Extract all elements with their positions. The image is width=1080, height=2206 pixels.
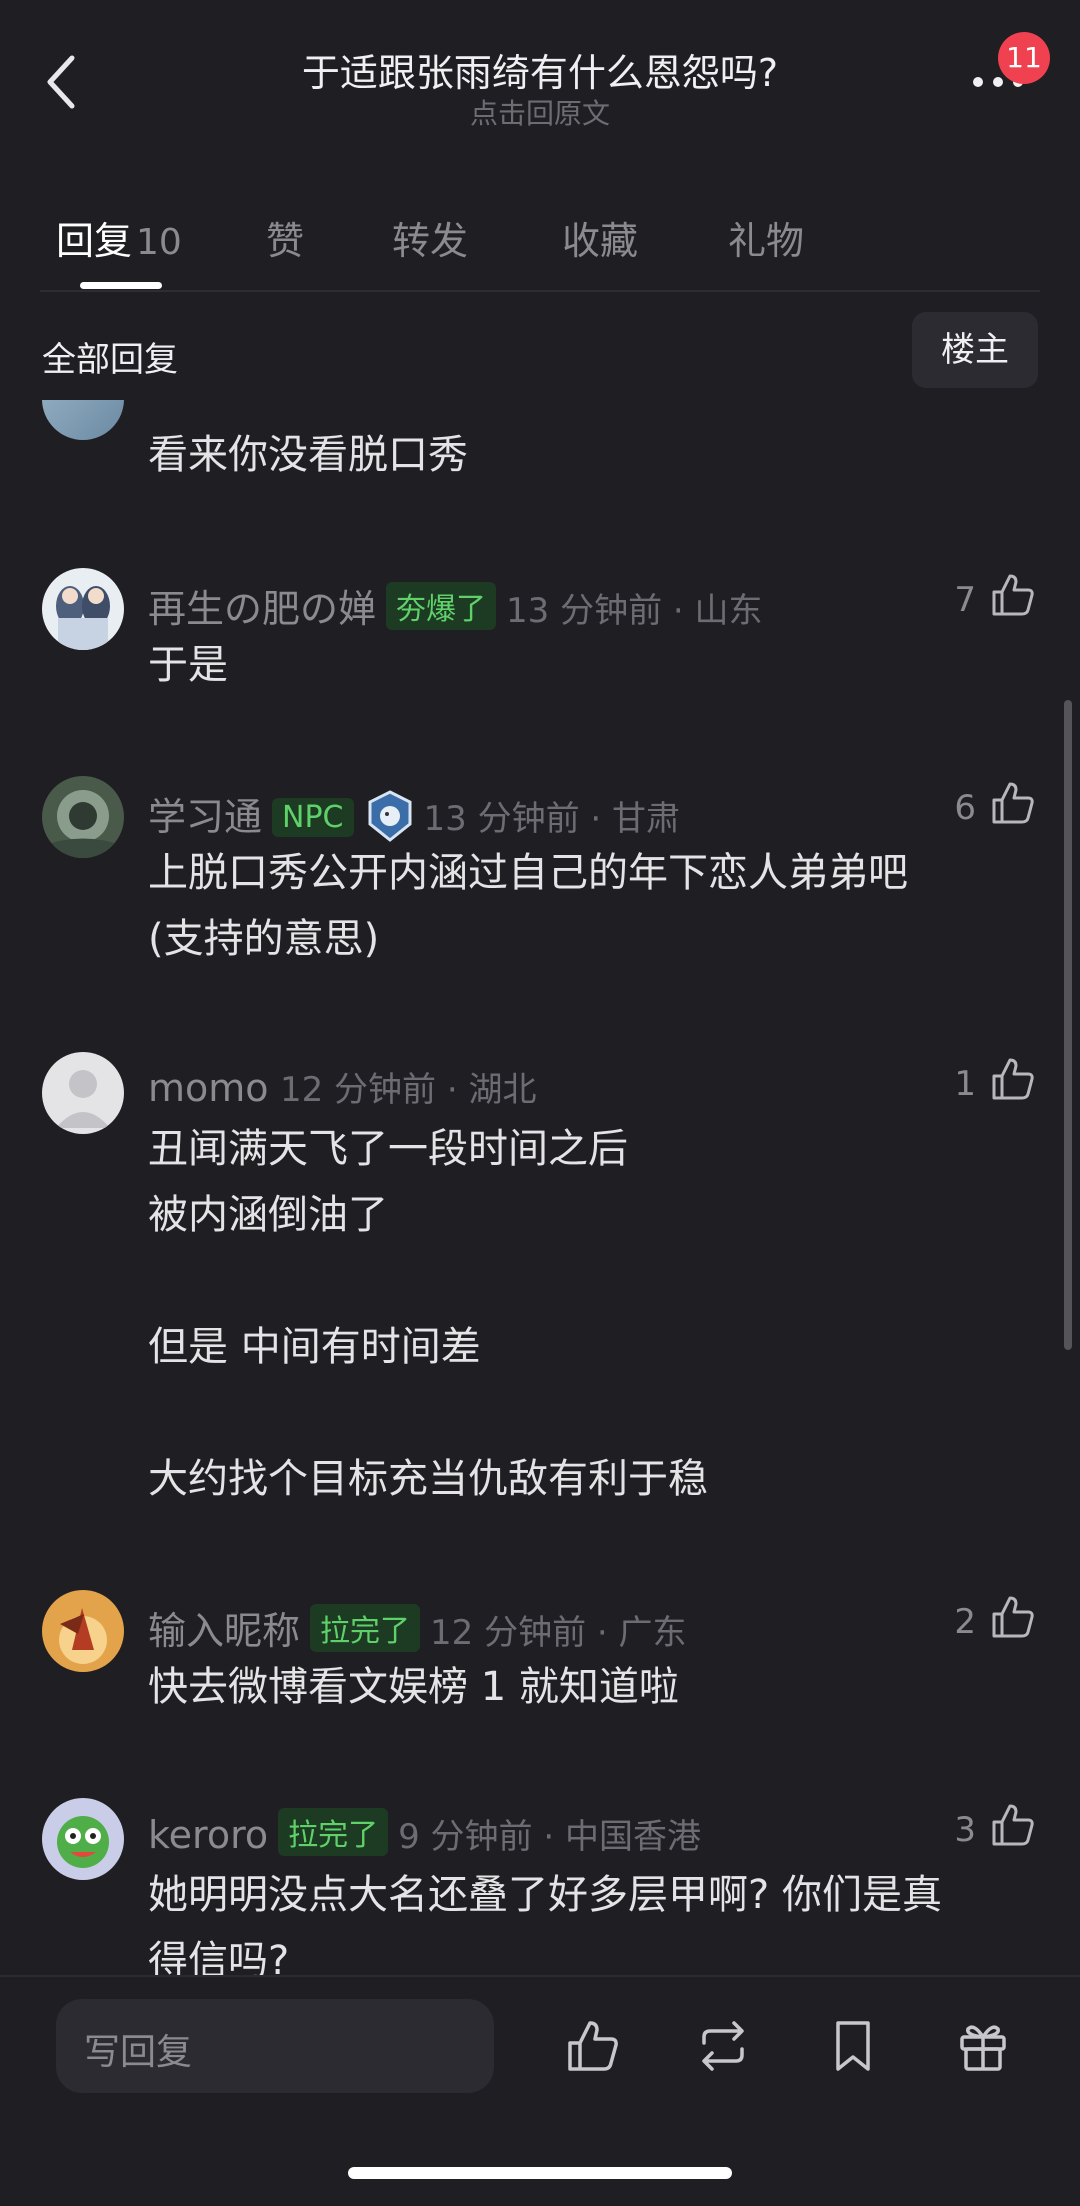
- tab-reposts[interactable]: 转发: [392, 210, 468, 265]
- tab-favorites-label: 收藏: [562, 219, 639, 263]
- thumbs-up-icon[interactable]: [988, 1592, 1038, 1642]
- back-to-original-link[interactable]: 点击回原文: [0, 92, 1080, 132]
- comment-meta: 学习通 NPC 13 分钟前 · 甘肃: [148, 786, 680, 842]
- comment-text: 于是: [148, 642, 228, 688]
- like-count: 3: [954, 1810, 976, 1850]
- header: 于适跟张雨绮有什么恩怨吗? 点击回原文 11: [0, 0, 1080, 190]
- comment-text: 快去微博看文娱榜 1 就知道啦: [148, 1664, 679, 1710]
- username[interactable]: momo: [148, 1066, 269, 1110]
- username[interactable]: 再生の肥の婵: [148, 587, 376, 631]
- comment-text: 被内涵倒油了: [148, 1192, 388, 1238]
- tab-likes[interactable]: 赞: [266, 210, 304, 265]
- username[interactable]: 输入昵称: [148, 1609, 300, 1653]
- comment-text: 大约找个目标充当仇敌有利于稳: [148, 1456, 708, 1502]
- tab-reposts-label: 转发: [392, 219, 469, 263]
- thumbs-up-icon[interactable]: [988, 778, 1038, 828]
- timestamp: 12 分钟前 · 广东: [430, 1613, 687, 1653]
- user-tag: 拉完了: [278, 1808, 389, 1856]
- thumbs-up-icon[interactable]: [988, 1800, 1038, 1850]
- username[interactable]: keroro: [148, 1813, 268, 1857]
- like-control[interactable]: 1: [918, 1054, 1038, 1110]
- avatar[interactable]: [42, 1052, 124, 1134]
- tab-replies-count: 10: [136, 222, 182, 263]
- bookmark-icon[interactable]: [824, 2017, 882, 2075]
- like-count: 6: [954, 788, 976, 828]
- tab-replies[interactable]: 回复 10: [56, 210, 182, 265]
- like-control[interactable]: 3: [918, 1800, 1038, 1856]
- avatar[interactable]: [42, 400, 124, 440]
- avatar[interactable]: [42, 568, 124, 650]
- comment-text: (支持的意思): [148, 916, 380, 962]
- section-title: 全部回复: [42, 340, 178, 380]
- user-tag: NPC: [272, 798, 354, 837]
- tab-gifts-label: 礼物: [728, 219, 805, 263]
- comment-meta: 再生の肥の婵 夯爆了 13 分钟前 · 山东: [148, 578, 763, 633]
- comment-text: 丑闻满天飞了一段时间之后: [148, 1126, 628, 1172]
- reply-placeholder: 写回复: [84, 2032, 193, 2073]
- avatar[interactable]: [42, 776, 124, 858]
- timestamp: 9 分钟前 · 中国香港: [398, 1817, 701, 1857]
- tab-favorites[interactable]: 收藏: [562, 210, 638, 265]
- active-tab-indicator: [80, 282, 162, 289]
- comment-text: 上脱口秀公开内涵过自己的年下恋人弟弟吧: [148, 850, 908, 896]
- comment-text: 她明明没点大名还叠了好多层甲啊? 你们是真: [148, 1872, 942, 1918]
- like-icon[interactable]: [564, 2017, 622, 2075]
- divider: [40, 290, 1040, 292]
- like-control[interactable]: 6: [918, 778, 1038, 834]
- timestamp: 13 分钟前 · 山东: [506, 591, 763, 631]
- like-count: 1: [954, 1064, 976, 1104]
- user-tag: 夯爆了: [386, 582, 497, 630]
- thumbs-up-icon[interactable]: [988, 570, 1038, 620]
- comment-text: 得信吗?: [148, 1938, 290, 1975]
- op-only-button[interactable]: 楼主: [912, 312, 1038, 388]
- bottom-bar: 写回复: [0, 1975, 1080, 2206]
- scrollbar[interactable]: [1064, 700, 1072, 1350]
- comment-text: 看来你没看脱口秀: [148, 432, 468, 478]
- like-control[interactable]: 7: [918, 570, 1038, 626]
- medal-icon: [368, 790, 411, 842]
- tab-bar: 回复 10 赞 转发 收藏 礼物: [0, 190, 1080, 290]
- tab-gifts[interactable]: 礼物: [728, 210, 804, 265]
- avatar[interactable]: [42, 1798, 124, 1880]
- timestamp: 13 分钟前 · 甘肃: [423, 799, 681, 839]
- tab-likes-label: 赞: [266, 219, 305, 263]
- timestamp: 12 分钟前 · 湖北: [279, 1070, 537, 1110]
- comment-list[interactable]: 看来你没看脱口秀 再生の肥の婵 夯爆了 13 分钟前 · 山东 7 于是 学习通…: [0, 400, 1080, 1975]
- like-count: 2: [954, 1602, 976, 1642]
- like-control[interactable]: 2: [918, 1592, 1038, 1648]
- comment-meta: momo 12 分钟前 · 湖北: [148, 1062, 536, 1111]
- like-count: 7: [954, 580, 976, 620]
- page-title[interactable]: 于适跟张雨绮有什么恩怨吗?: [0, 42, 1080, 97]
- tab-replies-label: 回复: [56, 219, 133, 263]
- username[interactable]: 学习通: [148, 795, 262, 839]
- notification-badge: 11: [998, 32, 1050, 84]
- thumbs-up-icon[interactable]: [988, 1054, 1038, 1104]
- avatar[interactable]: [42, 1590, 124, 1672]
- repost-icon[interactable]: [694, 2017, 752, 2075]
- comment-text: 但是 中间有时间差: [148, 1324, 481, 1370]
- home-indicator: [348, 2167, 732, 2179]
- comment-meta: 输入昵称 拉完了 12 分钟前 · 广东: [148, 1600, 687, 1655]
- comment-meta: keroro 拉完了 9 分钟前 · 中国香港: [148, 1808, 701, 1858]
- gift-icon[interactable]: [954, 2017, 1012, 2075]
- reply-input[interactable]: 写回复: [56, 1999, 494, 2093]
- user-tag: 拉完了: [310, 1604, 421, 1652]
